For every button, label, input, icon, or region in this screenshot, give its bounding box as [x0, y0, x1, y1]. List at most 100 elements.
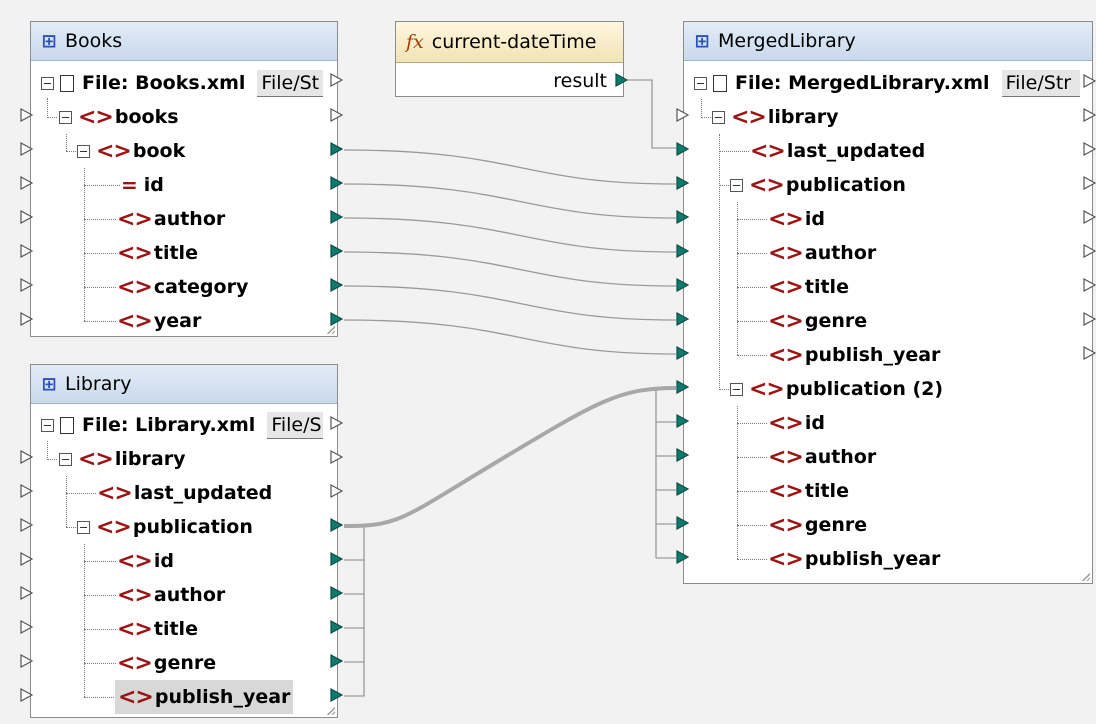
mergedlibrary-component-header[interactable]: ⊞ MergedLibrary: [684, 22, 1092, 61]
merged-input-connector-icon[interactable]: [676, 244, 689, 258]
books-component[interactable]: ⊞ Books File: Books.xml File/St <> books…: [30, 21, 338, 337]
mergedlibrary-component[interactable]: ⊞ MergedLibrary File: MergedLibrary.xml …: [683, 21, 1093, 584]
books-input-connector-icon[interactable]: [20, 142, 33, 156]
merged-input-connector-icon[interactable]: [676, 516, 689, 530]
books-node-id[interactable]: = id: [121, 168, 164, 202]
library-node-publication[interactable]: <> publication: [77, 510, 253, 544]
library-input-connector-icon[interactable]: [20, 518, 33, 532]
merged-output-connector-icon[interactable]: [1083, 74, 1096, 88]
books-node-category[interactable]: <> category: [117, 270, 248, 304]
library-node-genre[interactable]: <> genre: [117, 646, 216, 680]
library-node-publish-year[interactable]: <> publish_year: [115, 680, 294, 714]
collapse-icon[interactable]: [77, 144, 90, 158]
library-node-last-updated[interactable]: <> last_updated: [97, 476, 272, 510]
library-output-connector-icon[interactable]: [330, 654, 343, 668]
merged-node-last-updated[interactable]: <> last_updated: [750, 134, 925, 168]
merged-output-connector-icon[interactable]: [1083, 346, 1096, 360]
books-input-connector-icon[interactable]: [20, 244, 33, 258]
books-input-connector-icon[interactable]: [20, 108, 33, 122]
merged-input-connector-icon[interactable]: [676, 414, 689, 428]
merged-input-connector-icon[interactable]: [676, 108, 689, 122]
merged-p1-genre[interactable]: <> genre: [768, 304, 867, 338]
merged-input-connector-icon[interactable]: [676, 380, 689, 394]
function-result-connector-icon[interactable]: [615, 73, 628, 87]
merged-node-publication[interactable]: <> publication: [730, 168, 906, 202]
merged-output-connector-icon[interactable]: [1083, 312, 1096, 326]
merged-input-connector-icon[interactable]: [676, 278, 689, 292]
resize-handle[interactable]: [326, 325, 335, 334]
library-input-connector-icon[interactable]: [20, 688, 33, 702]
current-datetime-function[interactable]: fx current-dateTime result: [395, 21, 624, 97]
collapse-icon[interactable]: [712, 110, 725, 124]
merged-output-connector-icon[interactable]: [1083, 108, 1096, 122]
library-node-id[interactable]: <> id: [117, 544, 174, 578]
books-output-connector-icon[interactable]: [330, 108, 343, 122]
library-output-connector-icon[interactable]: [330, 518, 343, 532]
library-input-connector-icon[interactable]: [20, 586, 33, 600]
merged-input-connector-icon[interactable]: [676, 312, 689, 326]
library-component[interactable]: ⊞ Library File: Library.xml File/S <> li…: [30, 364, 338, 718]
collapse-icon[interactable]: [730, 178, 743, 192]
books-node-author[interactable]: <> author: [117, 202, 225, 236]
function-header[interactable]: fx current-dateTime: [396, 22, 623, 63]
collapse-icon[interactable]: [41, 418, 54, 432]
library-node-author[interactable]: <> author: [117, 578, 225, 612]
function-output-result[interactable]: result: [553, 64, 607, 98]
collapse-icon[interactable]: [41, 76, 54, 90]
collapse-icon[interactable]: [59, 452, 72, 466]
library-input-connector-icon[interactable]: [20, 654, 33, 668]
merged-output-connector-icon[interactable]: [1083, 278, 1096, 292]
library-input-connector-icon[interactable]: [20, 620, 33, 634]
library-output-connector-icon[interactable]: [330, 586, 343, 600]
books-file-button[interactable]: File/St: [257, 69, 324, 97]
books-input-connector-icon[interactable]: [20, 176, 33, 190]
merged-input-connector-icon[interactable]: [676, 448, 689, 462]
merged-input-connector-icon[interactable]: [676, 550, 689, 564]
books-node-books[interactable]: <> books: [59, 100, 179, 134]
library-output-connector-icon[interactable]: [330, 484, 343, 498]
library-output-connector-icon[interactable]: [330, 552, 343, 566]
library-input-connector-icon[interactable]: [20, 484, 33, 498]
library-file-row[interactable]: File: Library.xml File/S: [41, 408, 324, 442]
merged-p2-id[interactable]: <> id: [768, 406, 825, 440]
collapse-icon[interactable]: [59, 110, 72, 124]
books-node-year[interactable]: <> year: [117, 304, 201, 338]
merged-p1-publish-year[interactable]: <> publish_year: [768, 338, 940, 372]
merged-p2-title[interactable]: <> title: [768, 474, 849, 508]
books-output-connector-icon[interactable]: [330, 210, 343, 224]
collapse-icon[interactable]: [694, 76, 707, 90]
books-input-connector-icon[interactable]: [20, 210, 33, 224]
library-input-connector-icon[interactable]: [20, 450, 33, 464]
collapse-icon[interactable]: [730, 382, 743, 396]
library-component-header[interactable]: ⊞ Library: [31, 365, 337, 404]
library-node-library[interactable]: <> library: [59, 442, 185, 476]
merged-p1-author[interactable]: <> author: [768, 236, 876, 270]
books-component-header[interactable]: ⊞ Books: [31, 22, 337, 61]
merged-output-connector-icon[interactable]: [1083, 176, 1096, 190]
library-output-connector-icon[interactable]: [330, 688, 343, 702]
merged-output-connector-icon[interactable]: [1083, 244, 1096, 258]
books-input-connector-icon[interactable]: [20, 312, 33, 326]
library-file-button[interactable]: File/S: [267, 411, 324, 439]
library-node-title[interactable]: <> title: [117, 612, 198, 646]
merged-output-connector-icon[interactable]: [1083, 142, 1096, 156]
books-file-row[interactable]: File: Books.xml File/St: [41, 66, 324, 100]
resize-handle[interactable]: [1081, 572, 1090, 581]
merged-file-row[interactable]: File: MergedLibrary.xml File/Str: [694, 66, 1080, 100]
library-output-connector-icon[interactable]: [330, 450, 343, 464]
merged-file-button[interactable]: File/Str: [1001, 69, 1080, 97]
books-node-book[interactable]: <> book: [77, 134, 185, 168]
library-input-connector-icon[interactable]: [20, 552, 33, 566]
merged-p2-publish-year[interactable]: <> publish_year: [768, 542, 940, 576]
merged-input-connector-icon[interactable]: [676, 482, 689, 496]
collapse-icon[interactable]: [77, 520, 90, 534]
books-file-output-connector-icon[interactable]: [330, 73, 343, 87]
merged-p1-id[interactable]: <> id: [768, 202, 825, 236]
library-file-output-connector-icon[interactable]: [330, 416, 343, 430]
merged-p2-genre[interactable]: <> genre: [768, 508, 867, 542]
books-output-connector-icon[interactable]: [330, 142, 343, 156]
books-output-connector-icon[interactable]: [330, 312, 343, 326]
merged-input-connector-icon[interactable]: [676, 142, 689, 156]
resize-handle[interactable]: [326, 706, 335, 715]
merged-node-publication-2[interactable]: <> publication (2): [730, 372, 943, 406]
